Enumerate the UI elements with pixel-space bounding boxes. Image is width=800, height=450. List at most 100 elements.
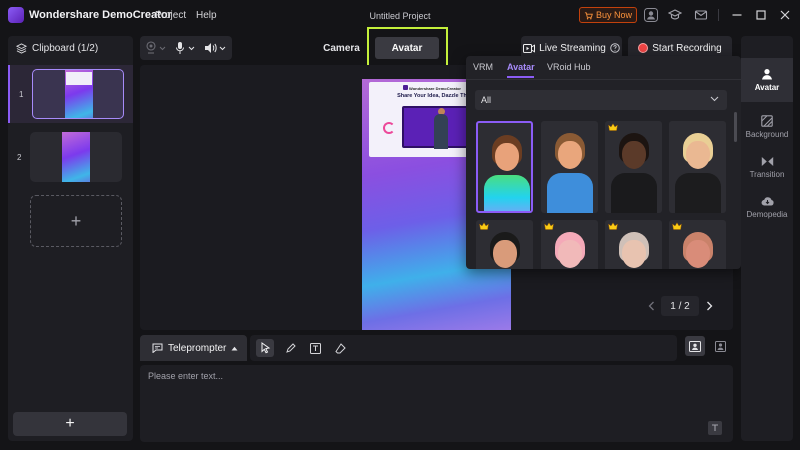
speaker-icon	[205, 43, 217, 53]
avatar-face	[686, 240, 710, 268]
eraser-icon	[334, 342, 346, 353]
microphone-toggle[interactable]	[174, 41, 195, 55]
avatar-face	[495, 143, 519, 171]
tab-avatar[interactable]: Avatar	[507, 62, 535, 72]
live-icon	[523, 43, 536, 53]
avatar-body	[484, 175, 530, 211]
learn-cap-icon[interactable]	[668, 8, 682, 22]
pen-tool[interactable]	[281, 339, 299, 357]
previous-page-button[interactable]	[643, 296, 659, 316]
help-icon[interactable]	[610, 43, 620, 53]
cloud-icon	[761, 196, 774, 206]
slide-logo-icon	[403, 85, 408, 90]
avatar-body	[611, 173, 657, 213]
cursor-icon	[261, 342, 270, 354]
clip-thumbnail	[30, 132, 122, 182]
chevron-right-icon	[706, 301, 712, 311]
avatar-option[interactable]	[541, 121, 598, 213]
select-tool[interactable]	[256, 339, 274, 357]
editor-toolbar	[250, 335, 677, 361]
teleprompter-text-input[interactable]	[148, 371, 708, 431]
text-icon	[309, 342, 321, 354]
person-view-button[interactable]	[710, 336, 730, 356]
avatar-option[interactable]	[476, 121, 533, 213]
premium-crown-icon	[608, 222, 618, 230]
close-icon[interactable]	[778, 8, 792, 22]
text-format-icon[interactable]	[708, 421, 722, 435]
live-streaming-label: Live Streaming	[539, 42, 606, 54]
avatar-body	[547, 173, 593, 213]
active-tab-indicator	[507, 76, 534, 78]
avatar-popover: VRM Avatar VRoid Hub All	[466, 56, 741, 269]
premium-crown-icon	[479, 222, 489, 230]
chevron-left-icon	[648, 301, 654, 311]
sidebar-item-avatar[interactable]: Avatar	[741, 58, 793, 102]
speaker-toggle[interactable]	[204, 41, 226, 55]
transition-icon	[761, 156, 773, 166]
avatar-face	[558, 240, 582, 268]
teleprompter-panel	[140, 365, 733, 442]
background-icon	[761, 115, 773, 127]
add-button[interactable]: +	[13, 412, 127, 436]
caret-up-icon	[231, 346, 238, 350]
slide-decoration	[383, 122, 395, 134]
avatar-filter-select[interactable]: All	[475, 90, 727, 110]
avatar-option[interactable]	[605, 121, 662, 213]
microphone-icon	[176, 42, 184, 54]
premium-crown-icon	[672, 222, 682, 230]
sidebar-item-background[interactable]: Background	[741, 106, 793, 148]
person-icon	[762, 69, 772, 80]
account-icon[interactable]	[644, 8, 658, 22]
person-frame-icon	[714, 340, 726, 352]
page-indicator: 1 / 2	[661, 296, 699, 316]
tab-vrm[interactable]: VRM	[473, 62, 493, 72]
maximize-icon[interactable]	[754, 8, 768, 22]
slide-person	[434, 114, 448, 149]
clip-number: 1	[19, 90, 24, 99]
teleprompter-label: Teleprompter	[168, 342, 227, 354]
start-recording-label: Start Recording	[652, 42, 722, 54]
camera-device-toggle[interactable]	[145, 41, 166, 55]
clip-item-2[interactable]: 2	[8, 128, 133, 186]
device-controls	[140, 36, 232, 60]
camera-tab[interactable]: Camera	[319, 39, 364, 57]
next-page-button[interactable]	[701, 296, 717, 316]
avatar-face	[558, 141, 582, 169]
avatar-option[interactable]	[669, 220, 726, 269]
avatar-face	[622, 141, 646, 169]
eraser-tool[interactable]	[331, 339, 349, 357]
filter-value: All	[481, 95, 492, 105]
minimize-icon[interactable]	[730, 8, 744, 22]
tab-vroid-hub[interactable]: VRoid Hub	[547, 62, 591, 72]
premium-crown-icon	[544, 222, 554, 230]
chevron-down-icon	[159, 46, 166, 50]
text-tool[interactable]	[306, 339, 324, 357]
sidebar-item-label: Transition	[749, 169, 785, 179]
buy-now-label: Buy Now	[595, 10, 632, 20]
buy-now-button[interactable]: Buy Now	[579, 7, 637, 23]
avatar-option[interactable]	[476, 220, 533, 269]
cart-icon	[584, 11, 593, 19]
record-icon	[638, 43, 649, 53]
sidebar-item-label: Avatar	[754, 83, 780, 92]
teleprompter-tab[interactable]: Teleprompter	[140, 335, 247, 361]
clip-thumbnail	[32, 69, 124, 119]
right-sidebar: Avatar Background Transition Demopedia	[741, 36, 793, 441]
sidebar-item-demopedia[interactable]: Demopedia	[741, 186, 793, 228]
sidebar-item-transition[interactable]: Transition	[741, 146, 793, 188]
clip-item-1[interactable]: 1	[8, 65, 133, 123]
screen-view-button[interactable]	[685, 336, 705, 356]
avatar-option[interactable]	[669, 121, 726, 213]
clip-number: 2	[17, 153, 22, 162]
mail-icon[interactable]	[694, 8, 708, 22]
screen-person-icon	[689, 340, 701, 352]
avatar-option[interactable]	[541, 220, 598, 269]
scrollbar[interactable]	[734, 112, 737, 142]
add-clip-button[interactable]: +	[30, 195, 122, 247]
avatar-option[interactable]	[605, 220, 662, 269]
view-toggle	[683, 336, 733, 358]
sidebar-item-label: Demopedia	[746, 209, 788, 219]
sidebar-item-label: Background	[745, 130, 789, 139]
slide-brand: Wondershare DemoCreator	[409, 86, 461, 91]
clipboard-title: Clipboard (1/2)	[32, 43, 99, 54]
